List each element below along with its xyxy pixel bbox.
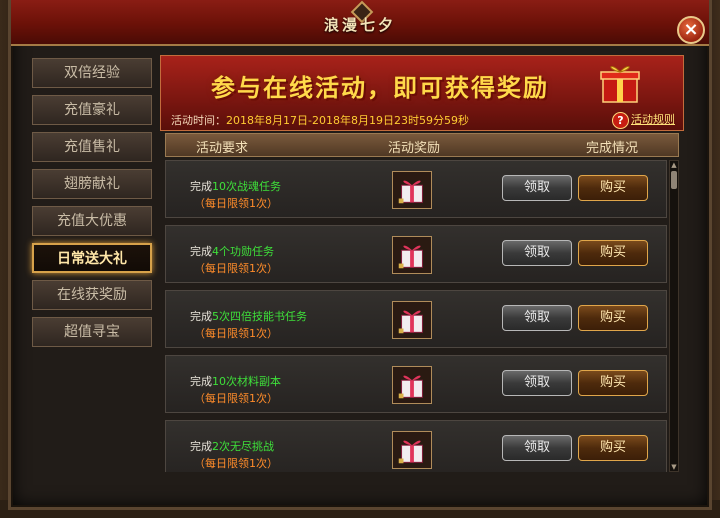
task-prefix: 完成 — [190, 180, 212, 193]
sidebar-item-recharge-gift[interactable]: 充值豪礼 — [32, 95, 152, 125]
table-header: 活动要求 活动奖励 完成情况 — [165, 133, 679, 157]
task-text: 完成5次四倍技能书任务 — [190, 308, 307, 324]
gift-box-icon[interactable] — [392, 366, 432, 404]
sidebar-item-daily-gift[interactable]: 日常送大礼 — [32, 243, 152, 273]
sidebar-item-recharge-sale[interactable]: 充值售礼 — [32, 132, 152, 162]
task-name: 10次材料副本 — [212, 375, 281, 388]
task-limit: （每日限领1次） — [194, 327, 278, 340]
close-icon: × — [683, 19, 699, 40]
task-text: 完成10次材料副本 — [190, 373, 281, 389]
scroll-thumb[interactable] — [671, 171, 677, 189]
task-limit: （每日限领1次） — [194, 197, 278, 210]
claim-button[interactable]: 领取 — [502, 175, 572, 201]
task-name: 4个功勋任务 — [212, 245, 274, 258]
help-icon: ? — [612, 111, 629, 129]
claim-button[interactable]: 领取 — [502, 370, 572, 396]
claim-button[interactable]: 领取 — [502, 435, 572, 461]
task-name: 2次无尽挑战 — [212, 440, 274, 453]
header-status: 完成情况 — [586, 141, 639, 156]
event-time-label: 活动时间： — [171, 114, 226, 127]
event-time: 活动时间：2018年8月17日-2018年8月19日23时59分59秒 — [171, 112, 469, 128]
header-requirement: 活动要求 — [196, 141, 249, 156]
sidebar-item-wing-gift[interactable]: 翅膀献礼 — [32, 169, 152, 199]
sidebar-item-double-exp[interactable]: 双倍经验 — [32, 58, 152, 88]
rules-link[interactable]: ? 活动规则 — [612, 111, 675, 129]
scroll-down-icon[interactable]: ▼ — [670, 463, 678, 471]
scroll-up-icon[interactable]: ▲ — [670, 161, 678, 169]
event-banner: 参与在线活动，即可获得奖励 活动时间：2018年8月17日-2018年8月19日… — [160, 55, 684, 131]
claim-button[interactable]: 领取 — [502, 305, 572, 331]
gift-box-icon — [600, 66, 640, 103]
task-row: 完成4个功勋任务 （每日限领1次） 领取 购买 — [165, 225, 667, 283]
buy-button[interactable]: 购买 — [578, 305, 648, 331]
task-name: 5次四倍技能书任务 — [212, 310, 307, 323]
task-list: 完成10次战魂任务 （每日限领1次） 领取 购买 完成4个功勋任务 （每日限领1… — [165, 160, 667, 472]
task-limit: （每日限领1次） — [194, 392, 278, 405]
gift-box-icon[interactable] — [392, 431, 432, 469]
task-text: 完成4个功勋任务 — [190, 243, 274, 259]
gift-box-icon[interactable] — [392, 301, 432, 339]
task-row: 完成10次材料副本 （每日限领1次） 领取 购买 — [165, 355, 667, 413]
buy-button[interactable]: 购买 — [578, 370, 648, 396]
scrollbar[interactable]: ▲ ▼ — [669, 160, 679, 472]
task-prefix: 完成 — [190, 440, 212, 453]
buy-button[interactable]: 购买 — [578, 435, 648, 461]
task-row: 完成10次战魂任务 （每日限领1次） 领取 购买 — [165, 160, 667, 218]
event-time-value: 2018年8月17日-2018年8月19日23时59分59秒 — [226, 114, 469, 127]
sidebar-item-recharge-discount[interactable]: 充值大优惠 — [32, 206, 152, 236]
sidebar-item-online-reward[interactable]: 在线获奖励 — [32, 280, 152, 310]
close-button[interactable]: × — [677, 16, 705, 44]
rules-label: 活动规则 — [631, 113, 675, 126]
gift-box-icon[interactable] — [392, 236, 432, 274]
banner-title: 参与在线活动，即可获得奖励 — [211, 74, 549, 102]
sidebar: 双倍经验 充值豪礼 充值售礼 翅膀献礼 充值大优惠 日常送大礼 在线获奖励 超值… — [28, 58, 160, 354]
task-row: 完成2次无尽挑战 （每日限领1次） 领取 购买 — [165, 420, 667, 472]
buy-button[interactable]: 购买 — [578, 240, 648, 266]
title-bar: 浪漫七夕 × — [11, 0, 709, 46]
task-prefix: 完成 — [190, 310, 212, 323]
buy-button[interactable]: 购买 — [578, 175, 648, 201]
task-prefix: 完成 — [190, 375, 212, 388]
sidebar-item-treasure-hunt[interactable]: 超值寻宝 — [32, 317, 152, 347]
header-reward: 活动奖励 — [388, 141, 441, 156]
claim-button[interactable]: 领取 — [502, 240, 572, 266]
gift-box-icon[interactable] — [392, 171, 432, 209]
task-text: 完成2次无尽挑战 — [190, 438, 274, 454]
task-limit: （每日限领1次） — [194, 262, 278, 275]
task-prefix: 完成 — [190, 245, 212, 258]
task-limit: （每日限领1次） — [194, 457, 278, 470]
task-name: 10次战魂任务 — [212, 180, 281, 193]
window-title: 浪漫七夕 — [323, 16, 396, 34]
task-row: 完成5次四倍技能书任务 （每日限领1次） 领取 购买 — [165, 290, 667, 348]
task-text: 完成10次战魂任务 — [190, 178, 281, 194]
